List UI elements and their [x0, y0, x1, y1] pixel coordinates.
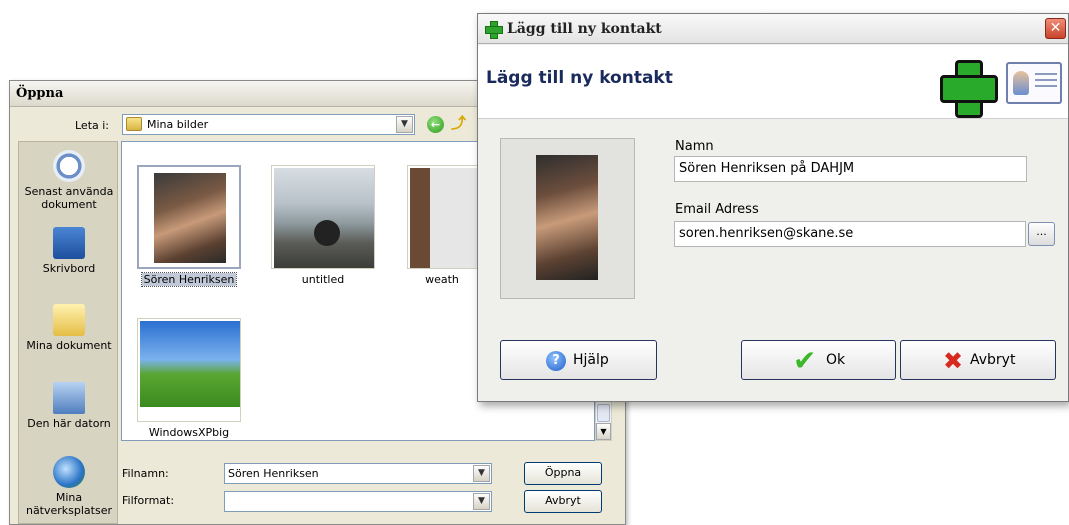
file-name: untitled	[301, 273, 345, 286]
close-button[interactable]: ✕	[1045, 18, 1066, 39]
help-button-label: Hjälp	[573, 352, 609, 368]
browse-email-button[interactable]: ...	[1028, 222, 1055, 246]
thumbnail	[271, 165, 375, 269]
file-name: Sören Henriksen	[140, 272, 238, 287]
place-my-computer[interactable]: Den här datorn	[19, 382, 119, 430]
ok-button[interactable]: ✔ Ok	[741, 340, 896, 380]
thumbnail	[137, 318, 241, 422]
cancel-button[interactable]: Avbryt	[524, 490, 602, 513]
help-icon: ?	[546, 351, 566, 371]
filetype-field[interactable]: ▼	[224, 491, 492, 512]
up-folder-icon[interactable]: ⤴	[450, 114, 467, 133]
plus-icon	[485, 21, 503, 39]
network-places-icon	[53, 456, 85, 488]
place-label: Den här datorn	[27, 417, 111, 430]
place-my-documents[interactable]: Mina dokument	[19, 304, 119, 352]
folder-icon	[126, 117, 142, 131]
cancel-button[interactable]: ✖ Avbryt	[900, 340, 1056, 380]
place-label: Skrivbord	[42, 262, 96, 275]
filetype-label: Filformat:	[122, 494, 175, 507]
help-button[interactable]: ? Hjälp	[500, 340, 657, 380]
my-computer-icon	[53, 382, 85, 414]
file-item[interactable]: Sören Henriksen	[137, 165, 241, 287]
filename-field[interactable]: Sören Henriksen ▼	[224, 463, 492, 484]
contact-photo-frame[interactable]	[500, 138, 635, 299]
filename-label: Filnamn:	[122, 467, 169, 480]
thumbnail	[137, 165, 241, 269]
name-label: Namn	[675, 139, 714, 154]
place-label: Senast använda dokument	[24, 185, 114, 211]
chevron-down-icon[interactable]: ▼	[396, 116, 413, 133]
look-in-label: Leta i:	[75, 119, 110, 132]
cancel-button-label: Avbryt	[970, 352, 1016, 368]
checkmark-icon: ✔	[793, 344, 817, 377]
place-label: Mina dokument	[26, 339, 112, 352]
add-plus-icon	[940, 60, 998, 118]
file-item[interactable]: weath	[407, 165, 477, 286]
file-name: weath	[425, 273, 459, 286]
back-arrow-icon[interactable]: ←	[427, 116, 444, 133]
dialog-header: Lägg till ny kontakt	[478, 45, 1068, 119]
open-button[interactable]: Öppna	[524, 462, 602, 485]
recent-documents-icon	[53, 150, 85, 182]
email-input[interactable]: soren.henriksen@skane.se	[674, 221, 1026, 247]
desktop-icon	[53, 227, 85, 259]
chevron-down-icon[interactable]: ▼	[473, 493, 490, 510]
ok-button-label: Ok	[826, 352, 846, 368]
file-item[interactable]: untitled	[271, 165, 375, 286]
place-network[interactable]: Mina nätverksplatser	[19, 456, 119, 517]
place-label: Mina nätverksplatser	[25, 491, 113, 517]
name-input[interactable]: Sören Henriksen på DAHJM	[674, 156, 1027, 182]
contact-photo	[536, 155, 598, 280]
file-name: WindowsXPbig	[148, 426, 230, 439]
look-in-combo[interactable]: Mina bilder ▼	[122, 114, 415, 135]
places-bar: Senast använda dokument Skrivbord Mina d…	[18, 141, 118, 524]
header-title: Lägg till ny kontakt	[486, 68, 673, 88]
place-desktop[interactable]: Skrivbord	[19, 227, 119, 275]
title-bar: Lägg till ny kontakt ✕	[478, 14, 1068, 44]
look-in-value: Mina bilder	[147, 118, 209, 131]
chevron-down-icon[interactable]: ▼	[473, 465, 490, 482]
file-item[interactable]: WindowsXPbig	[137, 318, 241, 439]
window-title: Lägg till ny kontakt	[507, 21, 662, 37]
email-label: Email Adress	[675, 202, 759, 217]
contact-card-icon	[1006, 62, 1062, 104]
place-recent-documents[interactable]: Senast använda dokument	[19, 150, 119, 211]
filename-value: Sören Henriksen	[228, 467, 319, 480]
cancel-x-icon: ✖	[943, 347, 964, 375]
scroll-down-icon[interactable]: ▼	[596, 423, 611, 440]
my-documents-icon	[53, 304, 85, 336]
scrollbar-thumb[interactable]	[597, 404, 610, 422]
thumbnail	[407, 165, 477, 269]
add-contact-dialog: Lägg till ny kontakt ✕ Lägg till ny kont…	[477, 13, 1069, 402]
